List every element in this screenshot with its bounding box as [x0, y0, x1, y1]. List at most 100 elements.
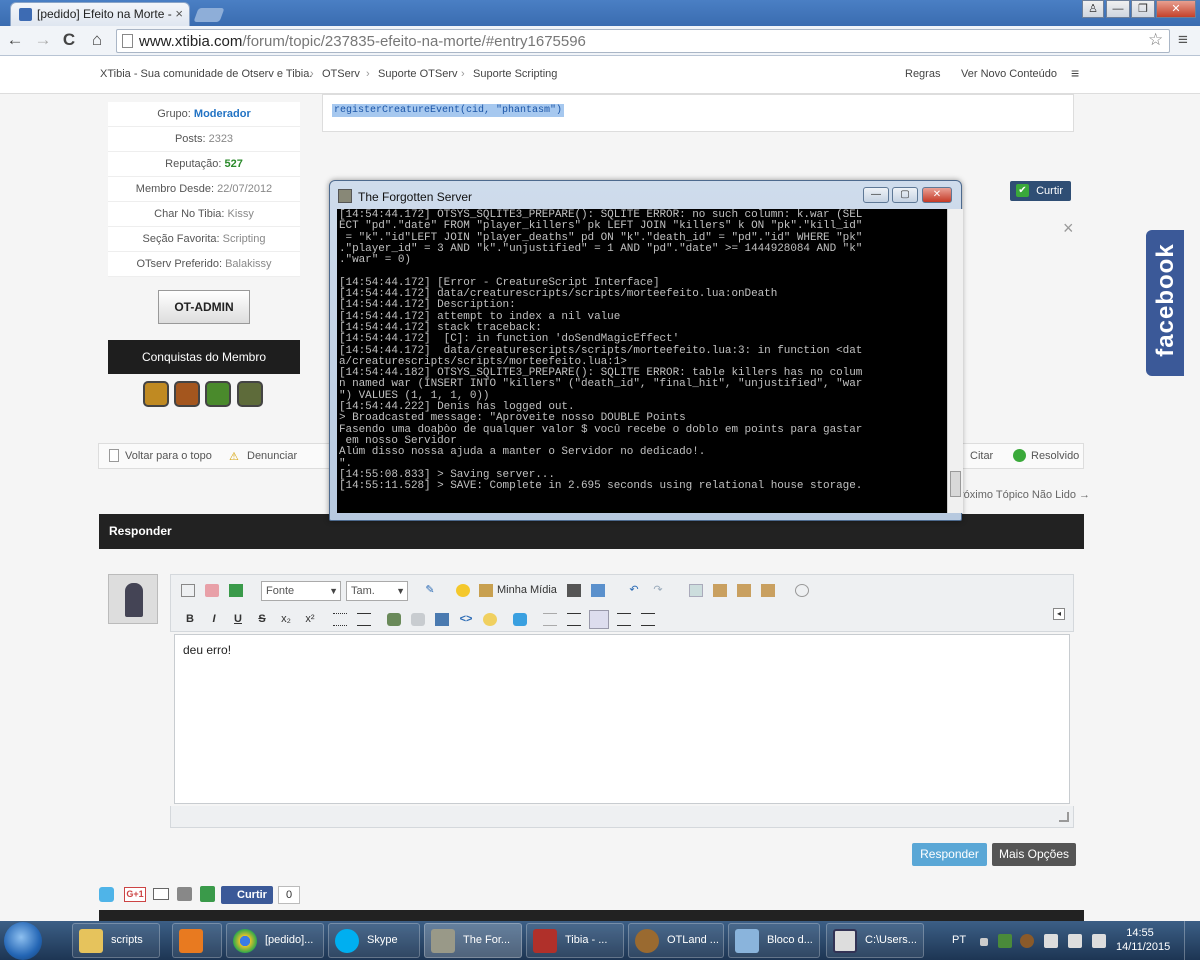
- browser-tab[interactable]: [pedido] Efeito na Morte - ×: [10, 2, 190, 26]
- strikethrough-button[interactable]: S: [255, 613, 269, 626]
- font-select[interactable]: Fonte ▼: [261, 581, 341, 601]
- image-icon[interactable]: [435, 613, 449, 626]
- window-user-button[interactable]: ♙: [1082, 0, 1104, 18]
- paste-icon[interactable]: [737, 584, 751, 597]
- taskbar-item-chrome[interactable]: [pedido]...: [226, 923, 324, 958]
- eraser-icon[interactable]: [205, 584, 219, 597]
- google-plus-icon[interactable]: G+1: [124, 887, 146, 902]
- taskbar-item-tfs[interactable]: The For...: [424, 923, 522, 958]
- tray-expand-icon[interactable]: [980, 938, 988, 946]
- subscript-button[interactable]: x₂: [279, 613, 293, 626]
- cut-icon[interactable]: [689, 584, 703, 597]
- bookmark-star-icon[interactable]: ☆: [1148, 30, 1163, 50]
- app-tray-icon[interactable]: [1020, 934, 1034, 948]
- unlink-icon[interactable]: [411, 613, 425, 626]
- close-icon[interactable]: ×: [1063, 218, 1074, 239]
- new-content-link[interactable]: Ver Novo Conteúdo: [961, 68, 1057, 80]
- my-media-button[interactable]: Minha Mídia: [497, 584, 557, 597]
- console-window[interactable]: The Forgotten Server — ▢ ✕ [14:54:44.172…: [329, 180, 963, 521]
- back-icon[interactable]: ←: [4, 29, 26, 51]
- next-unread-topic-link[interactable]: róximo Tópico Não Lido →: [960, 489, 1090, 501]
- emoticon-icon[interactable]: [456, 584, 470, 597]
- submit-reply-button[interactable]: Responder: [912, 843, 987, 866]
- breadcrumb-home[interactable]: XTibia - Sua comunidade de Otserv e Tibi…: [100, 68, 312, 80]
- numbered-list-icon[interactable]: [357, 613, 371, 626]
- align-right-icon[interactable]: [641, 613, 655, 626]
- print-icon[interactable]: [177, 887, 192, 901]
- code-selected-text[interactable]: registerCreatureEvent(cid, "phantasm"): [332, 104, 565, 117]
- breadcrumb-otserv[interactable]: OTServ: [322, 68, 360, 80]
- taskbar-item-cmd[interactable]: C:\Users...: [826, 923, 924, 958]
- profile-value[interactable]: Moderador: [194, 108, 251, 120]
- taskbar-item-scripts[interactable]: scripts: [72, 923, 160, 958]
- achievement-badge[interactable]: [237, 381, 263, 407]
- code-icon[interactable]: <>: [459, 613, 473, 626]
- paste-text-icon[interactable]: [761, 584, 775, 597]
- bullet-list-icon[interactable]: [333, 613, 347, 626]
- report-link[interactable]: Denunciar: [247, 450, 297, 462]
- display-tray-icon[interactable]: [1068, 934, 1082, 948]
- copy-icon[interactable]: [713, 584, 727, 597]
- binoculars-icon[interactable]: [567, 584, 581, 597]
- taskbar-item-media[interactable]: [172, 923, 222, 958]
- achievement-badge[interactable]: [205, 381, 231, 407]
- flag-tray-icon[interactable]: [1044, 934, 1058, 948]
- quote-icon[interactable]: [483, 613, 497, 626]
- taskbar-item-notepad[interactable]: Bloco d...: [728, 923, 820, 958]
- redo-icon[interactable]: ↷: [651, 584, 665, 597]
- like-button[interactable]: ✔ Curtir: [1010, 181, 1071, 201]
- source-icon[interactable]: [181, 584, 195, 597]
- italic-button[interactable]: I: [207, 613, 221, 626]
- console-scrollbar[interactable]: [947, 209, 963, 513]
- resize-handle-icon[interactable]: [1059, 812, 1069, 822]
- template-icon[interactable]: [229, 584, 243, 597]
- color-icon[interactable]: ✎: [423, 584, 437, 597]
- taskbar-item-skype[interactable]: Skype: [328, 923, 420, 958]
- console-minimize-button[interactable]: —: [863, 187, 889, 203]
- console-close-button[interactable]: ✕: [922, 187, 952, 203]
- collapse-toolbar-icon[interactable]: ◂: [1053, 608, 1065, 620]
- window-maximize-button[interactable]: ❐: [1131, 0, 1155, 18]
- show-desktop-button[interactable]: [1184, 921, 1200, 960]
- address-bar[interactable]: www.xtibia.com/forum/topic/237835-efeito…: [116, 29, 1170, 53]
- download-icon[interactable]: [200, 886, 215, 902]
- underline-button[interactable]: U: [231, 613, 245, 626]
- network-tray-icon[interactable]: [998, 934, 1012, 948]
- quote-button[interactable]: Citar: [970, 450, 993, 462]
- facebook-side-tab[interactable]: facebook: [1146, 230, 1184, 376]
- taskbar-item-tibia[interactable]: Tibia - ...: [526, 923, 624, 958]
- breadcrumb-suporte-scripting[interactable]: Suporte Scripting: [473, 68, 557, 80]
- email-icon[interactable]: [153, 888, 169, 900]
- new-tab-button[interactable]: [193, 8, 225, 22]
- twitter-icon[interactable]: [513, 613, 527, 626]
- twitter-share-icon[interactable]: [99, 887, 114, 902]
- rules-link[interactable]: Regras: [905, 68, 940, 80]
- align-left-icon[interactable]: [589, 610, 609, 629]
- tab-close-icon[interactable]: ×: [175, 6, 183, 21]
- undo-icon[interactable]: ↶: [627, 584, 641, 597]
- superscript-button[interactable]: x²: [303, 613, 317, 626]
- reply-textarea[interactable]: deu erro!: [174, 634, 1070, 804]
- browser-menu-icon[interactable]: ≡: [1178, 30, 1188, 50]
- taskbar-clock[interactable]: 14:55 14/11/2015: [1116, 926, 1170, 954]
- site-menu-icon[interactable]: ≡: [1071, 65, 1079, 81]
- more-options-button[interactable]: Mais Opções: [992, 843, 1076, 866]
- window-minimize-button[interactable]: —: [1106, 0, 1130, 18]
- start-button[interactable]: [4, 922, 42, 960]
- reload-icon[interactable]: C: [58, 29, 80, 51]
- back-to-top-link[interactable]: Voltar para o topo: [125, 450, 212, 462]
- achievement-badge[interactable]: [174, 381, 200, 407]
- language-indicator[interactable]: PT: [952, 934, 966, 946]
- scrollbar-thumb[interactable]: [950, 471, 961, 497]
- console-maximize-button[interactable]: ▢: [892, 187, 918, 203]
- size-select[interactable]: Tam. ▼: [346, 581, 408, 601]
- resolved-button[interactable]: Resolvido: [1031, 450, 1079, 462]
- achievement-badge[interactable]: [143, 381, 169, 407]
- media-icon[interactable]: [479, 584, 493, 597]
- spellcheck-icon[interactable]: [591, 584, 605, 597]
- window-close-button[interactable]: ✕: [1156, 0, 1196, 18]
- align-center-icon[interactable]: [617, 613, 631, 626]
- zoom-icon[interactable]: [795, 584, 809, 597]
- taskbar-item-otland[interactable]: OTLand ...: [628, 923, 724, 958]
- home-icon[interactable]: ⌂: [86, 29, 108, 51]
